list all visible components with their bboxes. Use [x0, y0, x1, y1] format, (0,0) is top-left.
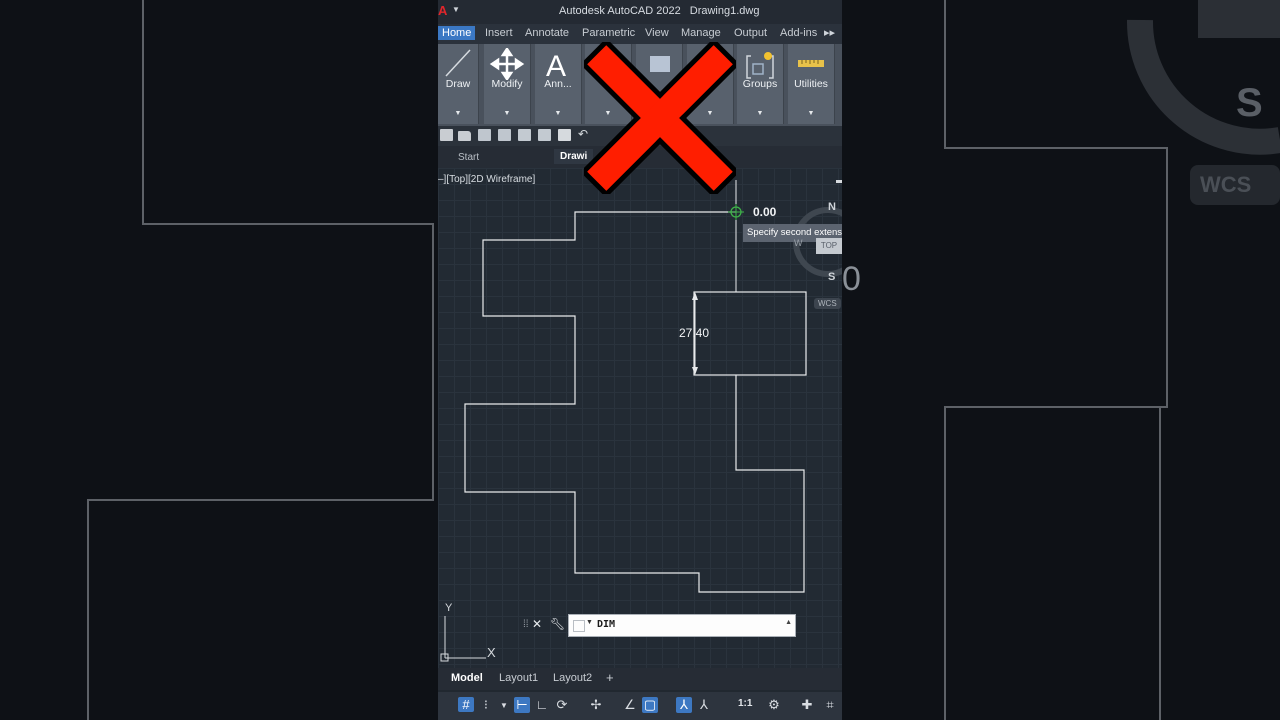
object-snap-tracking-icon[interactable]: ∠ — [622, 697, 638, 713]
tab-start[interactable]: Start — [458, 152, 479, 163]
command-input[interactable]: ▼ DIM ▲ — [568, 614, 796, 637]
title-file: Drawing1.dwg — [689, 5, 760, 17]
rectangle-shape — [693, 291, 807, 376]
annotation-scale[interactable]: 1:1 — [738, 698, 752, 709]
chevron-down-icon[interactable]: ▼ — [484, 110, 530, 117]
snap-icon[interactable]: ⁝ — [478, 697, 494, 713]
command-text[interactable]: DIM — [597, 619, 615, 630]
compass-north[interactable]: N — [828, 201, 836, 213]
red-x-icon — [584, 42, 736, 194]
panel-modify[interactable]: Modify ▼ — [484, 44, 531, 124]
polyline-outline — [464, 211, 805, 593]
panel-annotation[interactable]: A Ann... ▼ — [535, 44, 582, 124]
ribbon-tab-bar: Home Insert Annotate Parametric View Man… — [438, 24, 842, 44]
gear-icon[interactable]: ⚙ — [766, 697, 782, 713]
chevron-down-icon[interactable]: ▼ — [737, 110, 783, 117]
bg-zero-label: 0 — [842, 260, 861, 298]
layout-tabs: Model Layout1 Layout2 + — [438, 668, 842, 690]
dimension-arrow-top — [692, 292, 698, 300]
line-icon — [445, 49, 471, 77]
tab-manage[interactable]: Manage — [681, 27, 721, 39]
tab-home[interactable]: Home — [438, 26, 476, 40]
svg-text:A: A — [546, 50, 566, 80]
measure-icon — [798, 60, 824, 67]
bg-s-label: S — [1236, 81, 1263, 125]
panel-utilities[interactable]: Utilities ▼ — [788, 44, 835, 124]
groups-icon — [746, 52, 774, 79]
window-title: Autodesk AutoCAD 2022 Drawing1.dwg — [559, 5, 765, 17]
tab-annotate[interactable]: Annotate — [525, 27, 569, 39]
viewcube-top[interactable]: TOP — [816, 238, 842, 254]
tab-add-ins[interactable]: Add-ins — [780, 27, 817, 39]
ucs-icon — [440, 616, 486, 662]
panel-groups[interactable]: Groups ▼ — [737, 44, 784, 124]
wrench-icon[interactable]: 🔧︎ — [550, 617, 565, 631]
tab-parametric[interactable]: Parametric — [582, 27, 635, 39]
tab-model[interactable]: Model — [451, 672, 483, 684]
viewcube-edge — [836, 180, 842, 183]
chevron-down-icon[interactable]: ▼ — [788, 110, 834, 117]
status-bar: # ⁝ ▼ ⊢ ∟ ⟳ ✢ ∠ ▢ ⅄ ⅄ 1:1 ⚙ ✚ ⌗ — [438, 692, 842, 720]
compass-south[interactable]: S — [828, 271, 835, 283]
wcs-menu[interactable]: WCS — [814, 298, 841, 309]
ucs-y-label: Y — [445, 602, 453, 614]
autocad-logo-icon[interactable]: A — [438, 3, 447, 18]
ortho-icon[interactable]: ∟ — [534, 697, 550, 712]
text-a-icon: A — [546, 50, 566, 80]
panel-label: Ann... — [544, 78, 572, 90]
share-icon[interactable] — [538, 129, 551, 141]
drawing-geometry — [440, 180, 842, 662]
tab-insert[interactable]: Insert — [485, 27, 513, 39]
infer-constraints-icon[interactable]: ⊢ — [514, 697, 530, 713]
title-bar: A ▼ Autodesk AutoCAD 2022 Drawing1.dwg — [438, 0, 842, 24]
more-tabs-icon[interactable]: ▸▸ — [824, 26, 835, 39]
title-app: Autodesk AutoCAD 2022 — [559, 5, 681, 17]
save-icon[interactable] — [478, 129, 491, 141]
tab-view[interactable]: View — [645, 27, 669, 39]
move-icon — [489, 48, 525, 80]
command-line: ⁞⁞ ✕ 🔧︎ ▼ DIM ▲ — [522, 614, 796, 637]
polar-tracking-icon[interactable]: ⟳ — [554, 697, 570, 713]
save-as-icon[interactable] — [498, 129, 511, 141]
bg-wcs-label: WCS — [1200, 172, 1251, 197]
grip-icon[interactable]: ⁞⁞ — [523, 619, 529, 630]
chevron-down-icon[interactable]: ▼ — [535, 110, 581, 117]
workspace-icon[interactable]: ⌗ — [822, 697, 838, 713]
command-history-icon[interactable] — [573, 620, 585, 632]
app-menu-caret-icon[interactable]: ▼ — [452, 5, 460, 14]
print-icon[interactable] — [558, 129, 571, 141]
panel-label: Modify — [491, 78, 523, 90]
chevron-down-icon[interactable]: ▼ — [586, 619, 593, 626]
dimension-arrow-bottom — [692, 367, 698, 375]
annotation-visibility-icon[interactable]: ⅄ — [676, 697, 692, 713]
tab-output[interactable]: Output — [734, 27, 767, 39]
open-folder-icon[interactable] — [458, 131, 471, 141]
cursor-input-value: 0.00 — [753, 205, 777, 219]
add-layout-button[interactable]: + — [606, 670, 614, 685]
isodraft-icon[interactable]: ✢ — [588, 697, 604, 713]
new-file-icon[interactable] — [440, 129, 453, 141]
auto-scale-icon[interactable]: ⅄ — [696, 697, 712, 713]
selection-cycling-icon[interactable]: ▢ — [642, 697, 658, 713]
tab-layout2[interactable]: Layout2 — [553, 672, 592, 684]
scroll-up-icon[interactable]: ▲ — [785, 619, 792, 626]
tab-layout1[interactable]: Layout1 — [499, 672, 538, 684]
close-icon[interactable]: ✕ — [532, 617, 542, 631]
plot-icon[interactable] — [518, 129, 531, 141]
compass-west[interactable]: W — [794, 238, 803, 248]
grid-icon[interactable]: # — [458, 697, 474, 712]
plus-icon[interactable]: ✚ — [799, 697, 815, 713]
panel-draw[interactable]: Draw ▼ — [438, 44, 479, 124]
panel-label: Utilities — [794, 78, 828, 90]
dimension-text: 27.40 — [679, 326, 710, 340]
ucs-x-label: X — [487, 645, 496, 660]
panel-label: Groups — [742, 78, 778, 90]
panel-label: Draw — [445, 78, 471, 90]
chevron-down-icon[interactable]: ▼ — [438, 110, 478, 117]
viewcube-compass[interactable]: N W TOP S — [794, 196, 842, 306]
drawing-viewport[interactable]: –][Top][2D Wireframe] 0.00 27.40 Specify… — [438, 168, 842, 668]
chevron-down-icon[interactable]: ▼ — [496, 701, 512, 710]
